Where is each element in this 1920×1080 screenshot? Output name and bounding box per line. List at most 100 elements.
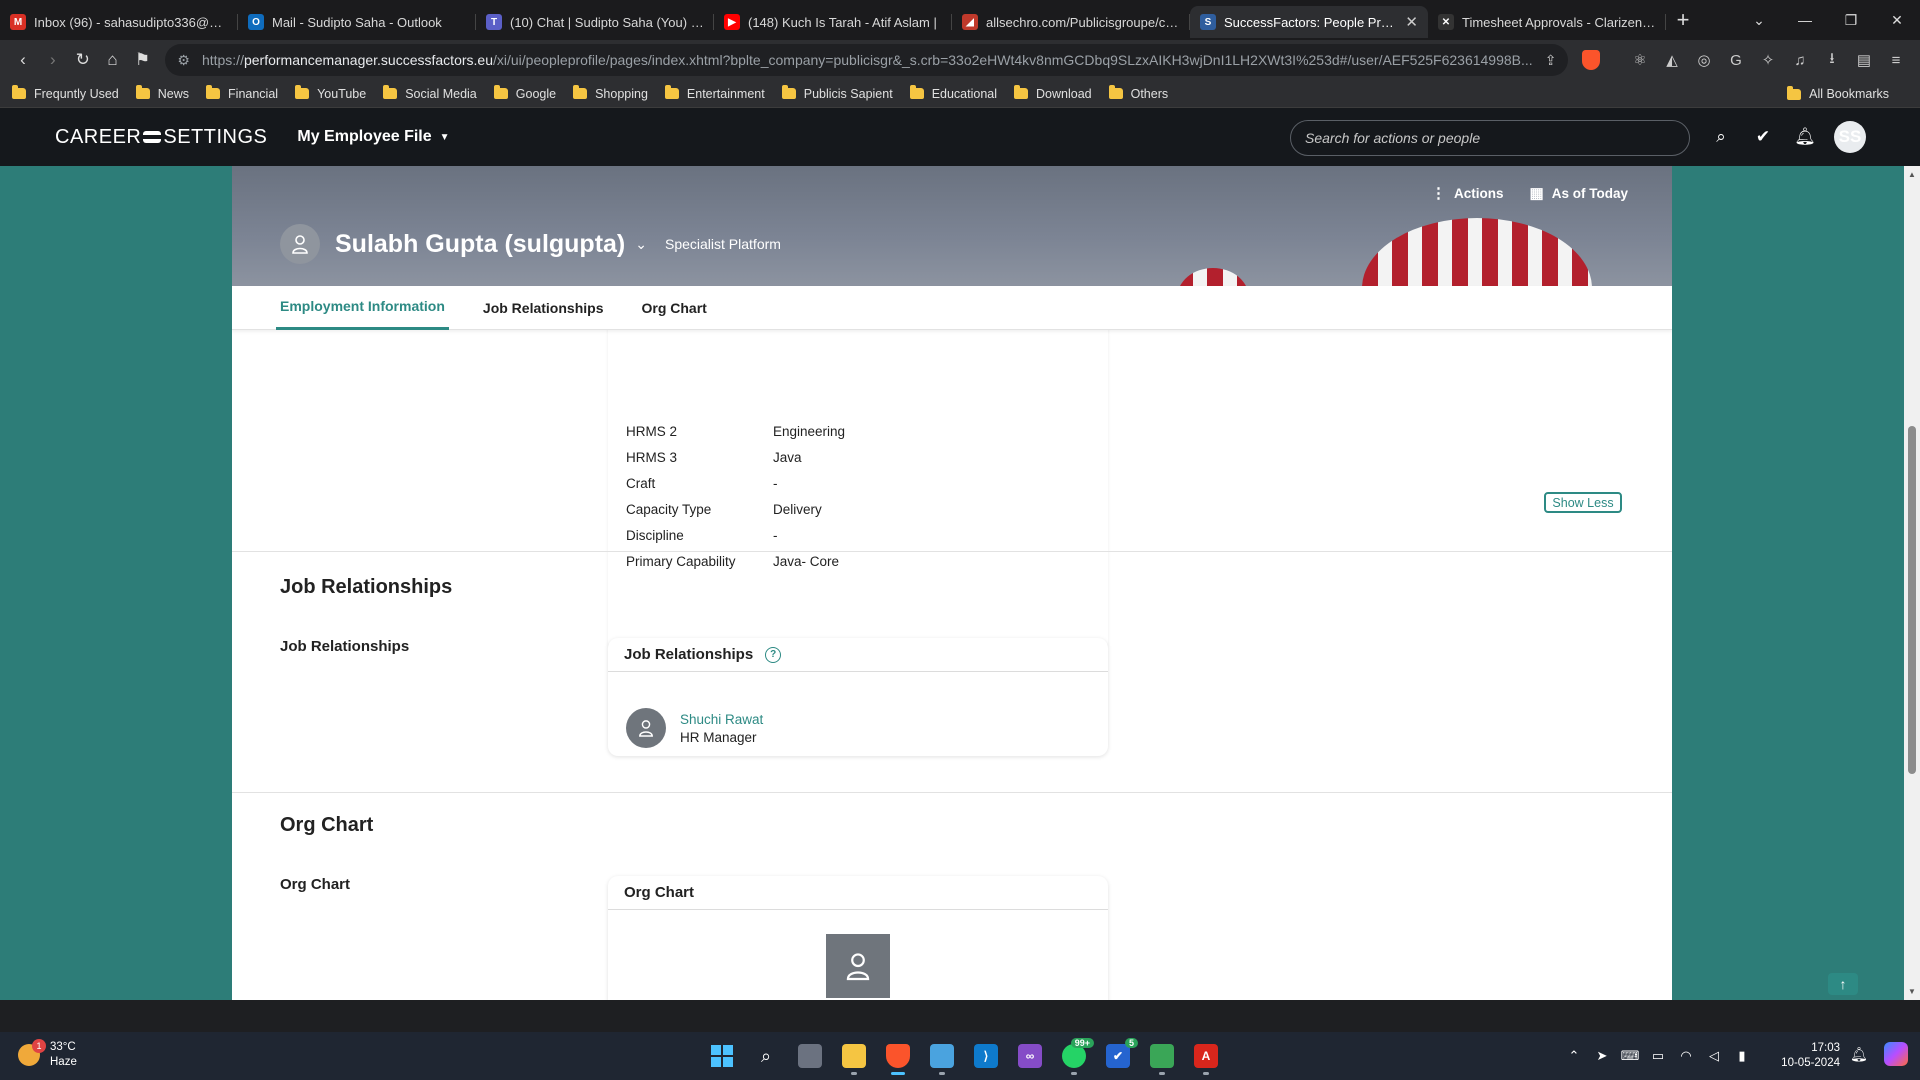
actions-button[interactable]: ⋮ Actions [1431, 184, 1504, 202]
bookmark-page-icon[interactable]: ⚑ [128, 43, 158, 77]
acrobat-icon[interactable]: A [1184, 1036, 1228, 1076]
address-bar[interactable]: ⚙ https://performancemanager.successfact… [165, 44, 1569, 76]
reload-button[interactable]: ↻ [68, 43, 98, 77]
bookmark-folder[interactable]: Social Media [383, 85, 477, 101]
brave-shields-icon[interactable] [1582, 50, 1600, 70]
site-settings-icon[interactable]: ⚙ [177, 52, 190, 69]
scroll-down-arrow-icon[interactable]: ▼ [1904, 987, 1920, 996]
new-tab-button[interactable]: + [1666, 3, 1700, 37]
global-search-input[interactable]: Search for actions or people [1290, 120, 1690, 156]
scroll-to-top-button[interactable]: ↑ [1828, 973, 1858, 995]
vscode-icon[interactable]: ⟩ [964, 1036, 1008, 1076]
bookmark-folder[interactable]: Financial [206, 85, 278, 101]
profile-switch-chevron-icon[interactable]: ⌄ [635, 236, 647, 253]
close-tab-icon[interactable]: ✕ [1405, 13, 1418, 31]
copilot-icon[interactable] [1883, 1042, 1908, 1066]
extension-react-icon[interactable]: ⚛ [1624, 51, 1656, 69]
scroll-up-arrow-icon[interactable]: ▲ [1904, 170, 1920, 179]
extension-icon[interactable]: ◭ [1656, 51, 1688, 69]
display-icon[interactable]: ▭ [1644, 1048, 1672, 1064]
downloads-icon[interactable]: ⭳ [1816, 48, 1848, 73]
whatsapp-icon[interactable]: 99+ [1052, 1036, 1096, 1076]
battery-icon[interactable]: ▮ [1728, 1048, 1756, 1064]
module-menu[interactable]: My Employee File ▼ [297, 128, 449, 146]
tab-search-icon[interactable]: ⌄ [1736, 0, 1782, 40]
location-icon[interactable]: ➤ [1588, 1048, 1616, 1064]
brave-browser-icon[interactable] [876, 1036, 920, 1076]
home-button[interactable]: ⌂ [98, 43, 128, 77]
system-tray: ⌃ ➤ ⌨ ▭ ◠ ◁ ▮ [1560, 1032, 1756, 1080]
tray-overflow-chevron-icon[interactable]: ⌃ [1560, 1048, 1588, 1064]
grammarly-icon[interactable]: G [1720, 52, 1752, 69]
all-bookmarks-button[interactable]: All Bookmarks [1787, 80, 1889, 108]
profile-tab[interactable]: Org Chart [637, 286, 710, 330]
browser-tab[interactable]: ✕ Timesheet Approvals - Clarizen.com [1428, 6, 1666, 38]
field-label: HRMS 2 [626, 424, 678, 439]
back-button[interactable]: ‹ [8, 43, 38, 77]
start-button[interactable] [700, 1036, 744, 1076]
bookmark-folder[interactable]: Publicis Sapient [781, 85, 893, 101]
keyboard-icon[interactable]: ⌨ [1616, 1048, 1644, 1064]
extensions-puzzle-icon[interactable]: ✧ [1752, 51, 1784, 69]
share-icon[interactable]: ⇪ [1545, 52, 1557, 69]
notification-bell-icon[interactable]: 🔔︎ [1850, 1046, 1868, 1063]
approvals-check-icon[interactable]: ✔ [1742, 127, 1784, 147]
bookmark-folder[interactable]: Educational [909, 85, 997, 101]
file-explorer-icon[interactable] [832, 1036, 876, 1076]
browser-tab[interactable]: ◢ allsechro.com/Publicisgroupe/comm [952, 6, 1190, 38]
bookmark-folder[interactable]: Frequntly Used [12, 85, 119, 101]
bookmark-folder[interactable]: Google [493, 85, 556, 101]
restore-button[interactable]: ❐ [1828, 0, 1874, 40]
bookmark-folder[interactable]: News [135, 85, 189, 101]
folder-icon [664, 85, 679, 99]
browser-tab[interactable]: S SuccessFactors: People Profile ✕ [1190, 6, 1428, 38]
visual-studio-icon[interactable]: ∞ [1008, 1036, 1052, 1076]
bookmark-folder[interactable]: Others [1108, 85, 1168, 101]
notifications-bell-icon[interactable]: 🔔︎ [1784, 127, 1826, 147]
relationship-person-link[interactable]: Shuchi Rawat [680, 712, 763, 727]
company-logo[interactable]: CAREER SETTINGS [55, 126, 267, 149]
search-icon[interactable]: ⌕ [1700, 127, 1742, 147]
browser-tab[interactable]: M Inbox (96) - sahasudipto336@gmail [0, 6, 238, 38]
as-of-date-button[interactable]: ▦ As of Today [1530, 184, 1628, 202]
section-divider [232, 551, 1672, 552]
field-row: Discipline - [626, 528, 778, 543]
profile-tab[interactable]: Job Relationships [479, 286, 608, 330]
help-icon[interactable]: ? [765, 646, 782, 663]
weather-widget[interactable]: 1 33°C Haze [18, 1039, 77, 1070]
browser-tab[interactable]: O Mail - Sudipto Saha - Outlook [238, 6, 476, 38]
forward-button[interactable]: › [38, 43, 68, 77]
todo-badge: 5 [1124, 1038, 1138, 1048]
job-relationships-panel: Job Relationships ? Shuchi Rawat HR Mana… [608, 638, 1108, 756]
bookmark-folder[interactable]: YouTube [295, 85, 366, 101]
wifi-icon[interactable]: ◠ [1672, 1048, 1700, 1064]
browser-tab[interactable]: T (10) Chat | Sudipto Saha (You) | Micr [476, 6, 714, 38]
close-window-button[interactable]: ✕ [1874, 0, 1920, 40]
show-less-button[interactable]: Show Less [1544, 492, 1622, 513]
remote-desktop-icon[interactable] [1140, 1036, 1184, 1076]
task-view-icon[interactable] [788, 1036, 832, 1076]
todo-icon[interactable]: ✔ 5 [1096, 1036, 1140, 1076]
as-of-label: As of Today [1551, 185, 1628, 201]
bookmark-folder[interactable]: Entertainment [664, 85, 765, 101]
notepad-icon[interactable] [920, 1036, 964, 1076]
user-avatar[interactable]: SS [1834, 121, 1866, 153]
sidebar-toggle-icon[interactable]: ▤ [1848, 51, 1880, 69]
browser-menu-icon[interactable]: ≡ [1880, 52, 1912, 69]
profile-actions: ⋮ Actions ▦ As of Today [1405, 184, 1628, 202]
tab-title: (10) Chat | Sudipto Saha (You) | Micr [510, 14, 704, 30]
media-icon[interactable]: ♫ [1784, 52, 1816, 69]
volume-icon[interactable]: ◁ [1700, 1048, 1728, 1064]
extension-target-icon[interactable]: ◎ [1688, 51, 1720, 69]
system-clock[interactable]: 17:03 10-05-2024 [1770, 1041, 1840, 1071]
bookmark-list: Frequntly Used News Financial YouTube Social… [12, 85, 1185, 101]
minimize-button[interactable]: — [1782, 0, 1828, 40]
browser-tab[interactable]: ▶ (148) Kuch Is Tarah - Atif Aslam | [714, 6, 952, 38]
org-chart-node[interactable] [826, 934, 890, 998]
bookmark-folder[interactable]: Download [1014, 85, 1092, 101]
profile-tab[interactable]: Employment Information [276, 286, 449, 330]
scrollbar-thumb[interactable] [1908, 426, 1916, 774]
bookmark-folder[interactable]: Shopping [573, 85, 648, 101]
page-scrollbar[interactable]: ▲ ▼ [1904, 166, 1920, 1000]
taskbar-search-icon[interactable]: ⌕ [744, 1036, 788, 1076]
